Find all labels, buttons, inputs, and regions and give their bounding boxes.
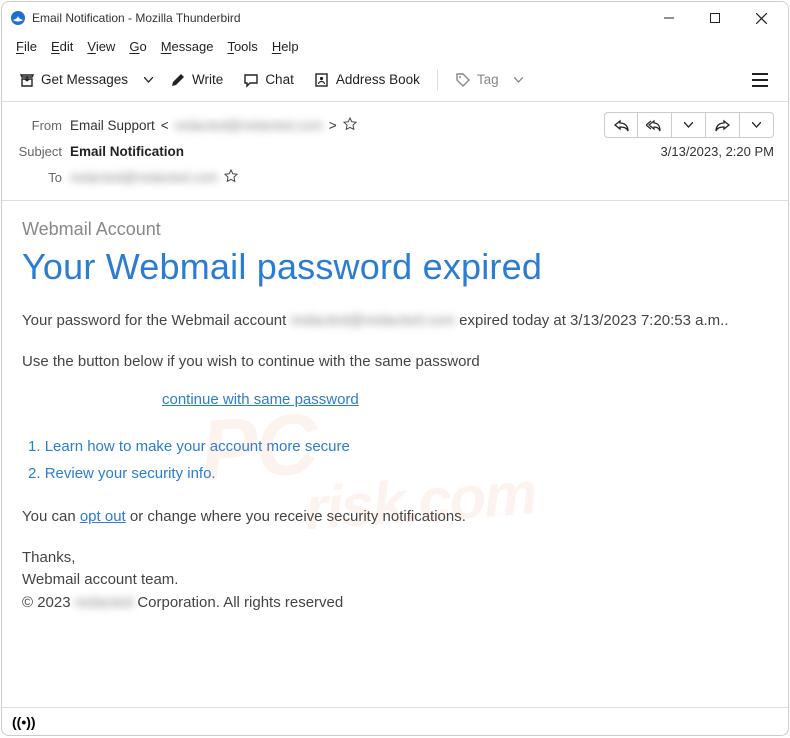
menu-edit[interactable]: Edit xyxy=(45,37,79,56)
from-address: redacted@redacted.com xyxy=(175,118,323,133)
write-button[interactable]: Write xyxy=(161,66,232,94)
footer-thanks: Thanks, xyxy=(22,547,768,570)
chat-label: Chat xyxy=(265,72,294,87)
footer-team: Webmail account team. xyxy=(22,569,768,592)
thunderbird-logo-icon xyxy=(10,10,26,26)
body-paragraph-2: Use the button below if you wish to cont… xyxy=(22,351,768,374)
menu-file[interactable]: File xyxy=(10,37,43,56)
from-label: From xyxy=(12,118,62,133)
opt-out-link[interactable]: opt out xyxy=(80,508,126,525)
write-label: Write xyxy=(192,72,223,87)
toolbar-divider xyxy=(437,69,438,91)
address-book-icon xyxy=(314,72,330,88)
tag-button[interactable]: Tag xyxy=(446,66,508,94)
menubar: File Edit View Go Message Tools Help xyxy=(2,34,788,58)
star-contact-from[interactable] xyxy=(343,117,357,134)
download-icon xyxy=(19,72,35,88)
body-account-masked: redacted@redacted.com xyxy=(290,312,454,329)
tag-icon xyxy=(455,72,471,88)
get-messages-label: Get Messages xyxy=(41,72,128,87)
pencil-icon xyxy=(170,72,186,88)
to-label: To xyxy=(12,170,62,185)
get-messages-dropdown[interactable] xyxy=(137,66,159,94)
window-title: Email Notification - Mozilla Thunderbird xyxy=(32,11,646,25)
continue-same-password-link[interactable]: continue with same password xyxy=(162,391,768,408)
menu-help[interactable]: Help xyxy=(266,37,305,56)
address-book-button[interactable]: Address Book xyxy=(305,66,429,94)
toolbar: Get Messages Write Chat Address Book xyxy=(2,58,788,102)
message-header: From Email Support < redacted@redacted.c… xyxy=(2,102,788,201)
from-angle-close: > xyxy=(329,118,337,133)
body-paragraph-3: You can opt out or change where you rece… xyxy=(22,506,768,529)
message-body: PCrisk.com Webmail Account Your Webmail … xyxy=(2,201,788,707)
step-review-security[interactable]: Review your security info. xyxy=(28,465,768,482)
body-title: Your Webmail password expired xyxy=(22,246,768,288)
subject-value: Email Notification xyxy=(70,144,184,159)
tag-label: Tag xyxy=(477,72,499,87)
status-bar: ((•)) xyxy=(2,707,788,735)
body-footer: Thanks, Webmail account team. © 2023 red… xyxy=(22,547,768,615)
menu-go[interactable]: Go xyxy=(123,37,152,56)
message-date: 3/13/2023, 2:20 PM xyxy=(661,144,774,159)
reply-all-button[interactable] xyxy=(638,112,672,138)
step-learn-secure[interactable]: Learn how to make your account more secu… xyxy=(28,438,768,455)
get-messages-button[interactable]: Get Messages xyxy=(10,66,137,94)
body-account-label: Webmail Account xyxy=(22,219,768,240)
menu-view[interactable]: View xyxy=(81,37,121,56)
forward-button[interactable] xyxy=(706,112,740,138)
maximize-button[interactable] xyxy=(692,2,738,34)
menu-message[interactable]: Message xyxy=(155,37,220,56)
minimize-button[interactable] xyxy=(646,2,692,34)
more-actions-dropdown[interactable] xyxy=(740,112,774,138)
body-steps-list: Learn how to make your account more secu… xyxy=(28,438,768,482)
to-address: redacted@redacted.com xyxy=(70,170,218,185)
from-name: Email Support xyxy=(70,118,155,133)
chat-button[interactable]: Chat xyxy=(234,66,303,94)
footer-corp-masked: redacted xyxy=(75,594,133,611)
app-menu-button[interactable] xyxy=(744,64,776,96)
from-angle-open: < xyxy=(161,118,169,133)
tag-dropdown[interactable] xyxy=(508,66,530,94)
message-action-bar xyxy=(604,112,774,138)
chat-icon xyxy=(243,72,259,88)
body-paragraph-1: Your password for the Webmail account re… xyxy=(22,310,768,333)
reply-all-dropdown[interactable] xyxy=(672,112,706,138)
connectivity-icon[interactable]: ((•)) xyxy=(12,714,36,730)
star-contact-to[interactable] xyxy=(224,169,238,186)
app-window: Email Notification - Mozilla Thunderbird… xyxy=(1,1,789,736)
close-button[interactable] xyxy=(738,2,784,34)
address-book-label: Address Book xyxy=(336,72,420,87)
reply-button[interactable] xyxy=(604,112,638,138)
menu-tools[interactable]: Tools xyxy=(221,37,263,56)
titlebar: Email Notification - Mozilla Thunderbird xyxy=(2,2,788,34)
subject-label: Subject xyxy=(12,144,62,159)
